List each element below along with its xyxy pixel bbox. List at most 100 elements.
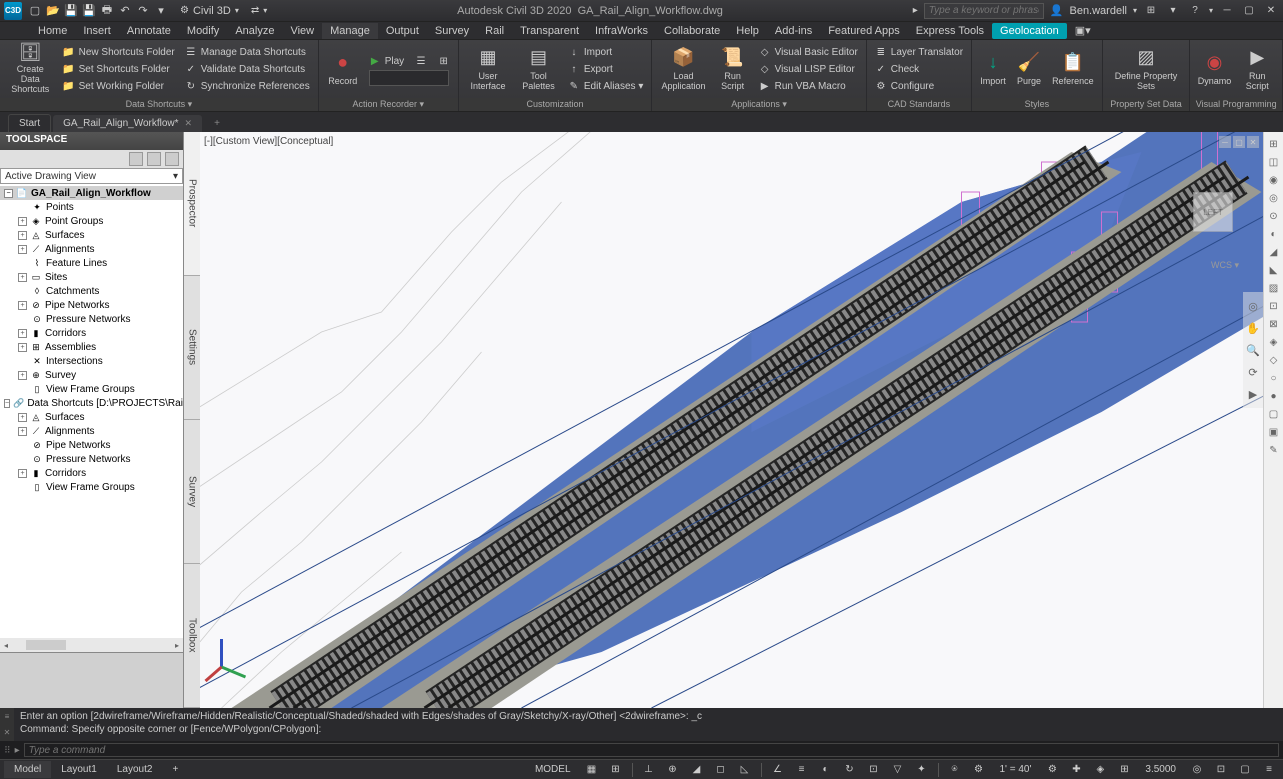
tree-item-ds-corridors[interactable]: +▮Corridors [0, 466, 183, 480]
tree-item-pipe-networks[interactable]: +⊘Pipe Networks [0, 298, 183, 312]
run-vba-button[interactable]: ▶Run VBA Macro [755, 78, 862, 95]
vp-minimize-icon[interactable]: ─ [1219, 136, 1231, 148]
tab-express-tools[interactable]: Express Tools [908, 23, 992, 39]
import-styles-button[interactable]: ↓Import [976, 42, 1010, 96]
transparency-icon[interactable]: ◐ [816, 762, 836, 778]
rt-btn-14-icon[interactable]: ○ [1266, 370, 1282, 386]
vlisp-editor-button[interactable]: ◇Visual LISP Editor [755, 61, 862, 78]
edit-aliases-button[interactable]: ✎Edit Aliases ▾ [564, 78, 648, 95]
gizmo-icon[interactable]: ✦ [912, 762, 932, 778]
tab-view[interactable]: View [282, 23, 322, 39]
cmd-close-icon[interactable]: ✕ [4, 728, 11, 737]
qat-plot-icon[interactable]: 🖶 [99, 3, 115, 19]
nav-orbit-icon[interactable]: ⟳ [1245, 364, 1261, 380]
tree-item-surfaces[interactable]: +◬Surfaces [0, 228, 183, 242]
hardware-accel-icon[interactable]: ⊡ [1211, 762, 1231, 778]
side-tab-survey[interactable]: Survey [184, 420, 200, 564]
tree-item-points[interactable]: ✦Points [0, 200, 183, 214]
expand-icon[interactable]: + [18, 245, 27, 254]
ribbon-expand-icon[interactable]: ▣▾ [1067, 22, 1099, 39]
dynamo-button[interactable]: ◉Dynamo [1194, 42, 1234, 96]
load-application-button[interactable]: 📦Load Application [656, 42, 710, 96]
configure-standards-button[interactable]: ⚙Configure [871, 78, 967, 95]
drawing-tab[interactable]: GA_Rail_Align_Workflow*✕ [53, 115, 202, 132]
rt-btn-10-icon[interactable]: ⊡ [1266, 298, 1282, 314]
synchronize-references-button[interactable]: ↻Synchronize References [181, 78, 314, 95]
tree-item-alignments[interactable]: +⟋Alignments [0, 242, 183, 256]
run-script-button[interactable]: 📜Run Script [713, 42, 753, 96]
ts-btn2-icon[interactable]: ▦ [147, 152, 161, 166]
reference-styles-button[interactable]: 📋Reference [1048, 42, 1098, 96]
side-tab-settings[interactable]: Settings [184, 276, 200, 420]
tab-addins[interactable]: Add-ins [767, 23, 820, 39]
expand-icon[interactable]: + [18, 273, 27, 282]
expand-icon[interactable]: + [18, 301, 27, 310]
rt-btn-2-icon[interactable]: ◫ [1266, 154, 1282, 170]
rt-btn-6-icon[interactable]: ◐ [1266, 226, 1282, 242]
ortho-icon[interactable]: ⊥ [639, 762, 659, 778]
autoscale-icon[interactable]: ⚙ [969, 762, 989, 778]
share-icon[interactable]: ⇄ [251, 5, 259, 16]
user-label[interactable]: Ben.wardell [1069, 5, 1126, 17]
tab-infraworks[interactable]: InfraWorks [587, 23, 656, 39]
tree-item-ds-pipe-networks[interactable]: ⊘Pipe Networks [0, 438, 183, 452]
polar-icon[interactable]: ⊕ [663, 762, 683, 778]
vp-close-icon[interactable]: ✕ [1247, 136, 1259, 148]
3dosnap-icon[interactable]: ◺ [735, 762, 755, 778]
cmd-handle-icon[interactable]: ⠿ [4, 745, 11, 756]
rt-btn-11-icon[interactable]: ⊠ [1266, 316, 1282, 332]
expand-icon[interactable]: + [18, 427, 27, 436]
nav-zoom-icon[interactable]: 🔍 [1245, 342, 1261, 358]
group-label[interactable]: Action Recorder ▾ [319, 98, 458, 111]
layout-tab-model[interactable]: Model [4, 761, 51, 778]
rt-btn-7-icon[interactable]: ◢ [1266, 244, 1282, 260]
rt-btn-12-icon[interactable]: ◈ [1266, 334, 1282, 350]
set-working-folder-button[interactable]: 📁Set Working Folder [59, 78, 179, 95]
vp-maximize-icon[interactable]: ▢ [1233, 136, 1245, 148]
record-button[interactable]: ●Record [323, 42, 363, 96]
dynamo-run-script-button[interactable]: ▶Run Script [1236, 42, 1278, 96]
group-label[interactable]: Data Shortcuts ▾ [0, 98, 318, 111]
tree-item-corridors[interactable]: +▮Corridors [0, 326, 183, 340]
osnap-icon[interactable]: ◻ [711, 762, 731, 778]
tab-annotate[interactable]: Annotate [119, 23, 179, 39]
expand-icon[interactable]: + [18, 329, 27, 338]
tree-item-feature-lines[interactable]: ⌇Feature Lines [0, 256, 183, 270]
signin-icon[interactable]: 👤 [1050, 4, 1064, 17]
app-store-icon[interactable]: ▾ [1165, 3, 1181, 19]
scroll-left-icon[interactable]: ◂ [0, 641, 12, 650]
grid-icon[interactable]: ▦ [582, 762, 602, 778]
view-combo[interactable]: Active Drawing View▾ [0, 168, 183, 184]
nav-pan-icon[interactable]: ✋ [1245, 320, 1261, 336]
close-icon[interactable]: ✕ [1263, 3, 1279, 19]
tree-item-survey[interactable]: +⊕Survey [0, 368, 183, 382]
rt-btn-5-icon[interactable]: ⊙ [1266, 208, 1282, 224]
tab-manage[interactable]: Manage [322, 23, 378, 39]
maximize-icon[interactable]: ▢ [1241, 3, 1257, 19]
purge-styles-button[interactable]: 🧹Purge [1012, 42, 1046, 96]
ts-help-icon[interactable]: ? [165, 152, 179, 166]
tree-item-intersections[interactable]: ✕Intersections [0, 354, 183, 368]
qat-new-icon[interactable]: ▢ [27, 3, 43, 19]
tree-item-ds-view-frame-groups[interactable]: ▯View Frame Groups [0, 480, 183, 494]
qat-open-icon[interactable]: 📂 [45, 3, 61, 19]
annotation-scale-button[interactable]: 1' = 40' [993, 762, 1039, 778]
annotation-monitor-icon[interactable]: ◈ [1090, 762, 1110, 778]
tree-root-data-shortcuts[interactable]: −🔗Data Shortcuts [D:\PROJECTS\Rail Work.… [0, 396, 183, 410]
command-input[interactable] [24, 743, 1279, 757]
keyword-search-input[interactable] [924, 3, 1044, 19]
rt-btn-17-icon[interactable]: ▣ [1266, 424, 1282, 440]
customize-icon[interactable]: ≡ [1259, 762, 1279, 778]
rt-btn-16-icon[interactable]: ▢ [1266, 406, 1282, 422]
tree-hscroll[interactable]: ◂▸ [0, 638, 183, 652]
create-data-shortcuts-button[interactable]: 🗄 Create Data Shortcuts [4, 42, 57, 96]
new-tab-button[interactable]: + [204, 115, 230, 132]
tree-item-assemblies[interactable]: +⊞Assemblies [0, 340, 183, 354]
clean-screen-icon[interactable]: ▢ [1235, 762, 1255, 778]
play-opt1-icon[interactable]: ☰ [415, 55, 427, 67]
viewcube[interactable]: LEFT [1173, 172, 1243, 242]
otrack-icon[interactable]: ∠ [768, 762, 788, 778]
minimize-icon[interactable]: ─ [1219, 3, 1235, 19]
tab-help[interactable]: Help [728, 23, 767, 39]
group-label[interactable]: Applications ▾ [652, 98, 865, 111]
